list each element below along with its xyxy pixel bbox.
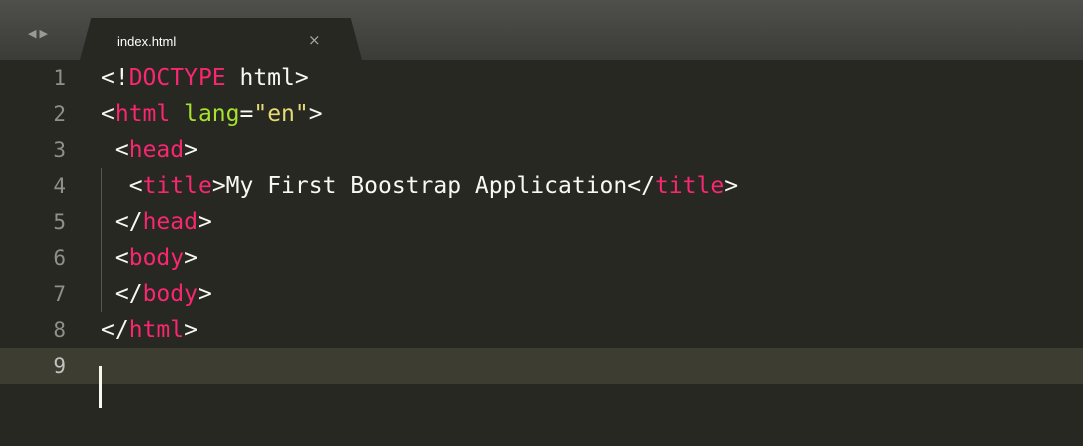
code-token-punc: > <box>197 209 212 235</box>
code-token-punc: > <box>184 317 198 343</box>
code-token-punc: </ <box>101 317 129 343</box>
code-line[interactable]: 4 <title>My First Boostrap Application</… <box>0 168 1083 204</box>
editor-window: ◀ ▶ index.html × 9 8 </html> 7 </body> 6 <bo… <box>0 0 1083 446</box>
code-text: <title>My First Boostrap Application</ti… <box>101 168 738 204</box>
code-token-tag: html <box>128 317 185 343</box>
code-token-punc: = <box>239 101 254 127</box>
line-number: 3 <box>53 138 66 162</box>
code-text: <head> <box>101 132 198 168</box>
code-line[interactable]: 2 <html lang="en"> <box>0 96 1083 132</box>
line-number: 1 <box>53 66 66 90</box>
code-token-punc: > <box>211 173 226 199</box>
code-line[interactable]: 3 <head> <box>0 132 1083 168</box>
code-token-punc: > <box>184 245 198 271</box>
code-token-tag: DOCTYPE <box>128 65 226 91</box>
line-number: 6 <box>53 246 66 270</box>
code-text: </html> <box>101 312 198 348</box>
code-token-tag: html <box>114 101 171 127</box>
line-number: 5 <box>53 210 66 234</box>
chevron-left-icon[interactable]: ◀ <box>28 26 36 42</box>
tab-label: index.html <box>117 34 177 49</box>
code-line[interactable]: 8 </html> <box>0 312 1083 348</box>
code-text: <!DOCTYPE html> <box>101 60 309 96</box>
line-number: 8 <box>53 318 66 342</box>
tab-index-html[interactable]: index.html × <box>80 18 362 60</box>
line-number: 4 <box>53 174 66 198</box>
close-icon[interactable]: × <box>308 31 321 49</box>
code-text: <body> <box>101 240 198 276</box>
code-token-punc: < <box>128 173 143 199</box>
code-token-tag: head <box>128 137 185 163</box>
code-line[interactable]: 5 </head> <box>0 204 1083 240</box>
tab-nav-arrows: ◀ ▶ <box>28 26 48 42</box>
code-token-punc: > <box>197 281 212 307</box>
code-token-tag: body <box>128 245 185 271</box>
code-editor[interactable]: 9 8 </html> 7 </body> 6 <body> 5 </head> 4 <ti… <box>0 60 1083 446</box>
code-token-attr: lang <box>184 101 240 127</box>
code-token-tag: head <box>142 209 198 235</box>
code-token-punc: <! <box>101 65 129 91</box>
code-token-punc: < <box>114 245 129 271</box>
code-token-punc: < <box>114 137 129 163</box>
line-number: 9 <box>53 354 66 378</box>
code-token-punc: > <box>184 137 198 163</box>
code-token-tag: title <box>142 173 212 199</box>
code-token-punc: </ <box>114 281 143 307</box>
code-token-tag: body <box>142 281 198 307</box>
code-text: </body> <box>101 276 212 312</box>
code-token-punc: </ <box>627 173 655 199</box>
code-token-punc: > <box>724 173 739 199</box>
line-number: 2 <box>53 102 66 126</box>
code-token-punc: > <box>294 65 309 91</box>
code-token-punc: < <box>101 101 115 127</box>
code-line[interactable]: 1 <!DOCTYPE html> <box>0 60 1083 96</box>
code-token-text: html <box>225 65 295 91</box>
code-token-punc: </ <box>114 209 143 235</box>
tab-bar: ◀ ▶ index.html × <box>0 0 1083 60</box>
text-cursor <box>99 366 102 408</box>
code-text: </head> <box>101 204 212 240</box>
code-token-str: "en" <box>253 101 309 127</box>
code-token-tag: title <box>654 173 725 199</box>
code-line[interactable]: 6 <body> <box>0 240 1083 276</box>
code-line[interactable]: 7 </body> <box>0 276 1083 312</box>
chevron-right-icon[interactable]: ▶ <box>39 26 47 42</box>
code-token-text: My First Boostrap Application <box>225 173 628 199</box>
code-line[interactable]: 9 <box>0 348 1083 384</box>
code-text: <html lang="en"> <box>101 96 323 132</box>
line-number: 7 <box>53 282 66 306</box>
indent-guide <box>101 168 102 312</box>
code-token-punc: > <box>308 101 323 127</box>
